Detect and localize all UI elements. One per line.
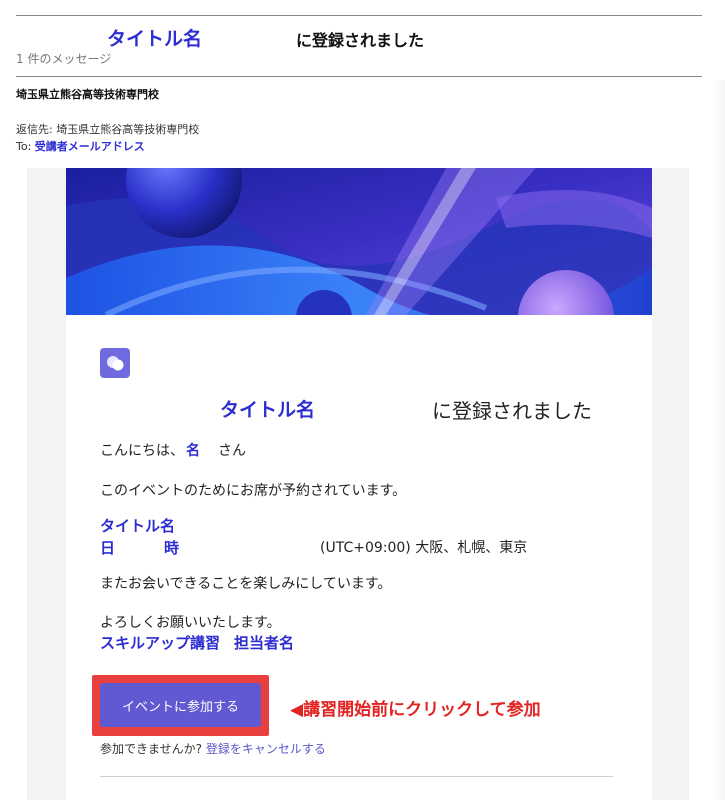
sender-name[interactable]: 埼玉県立熊谷高等技術専門校 — [16, 86, 159, 102]
cant-attend-line: 参加できませんか? 登録をキャンセルする — [100, 740, 326, 757]
join-event-button[interactable]: イベントに参加する — [100, 683, 261, 727]
greeting-suffix: さん — [218, 443, 246, 459]
reservation-text: このイベントのためにお席が予約されています。 — [100, 483, 407, 499]
callout-annotation: ◀講習開始前にクリックして参加 — [290, 700, 541, 720]
regards-text: よろしくお願いいたします。 — [100, 615, 281, 631]
footer-divider — [100, 776, 613, 777]
heading-title-placeholder: タイトル名 — [220, 399, 316, 421]
event-datetime-placeholder: 日時 — [100, 537, 180, 558]
reply-to-line: 返信先: 埼玉県立熊谷高等技術専門校 — [16, 121, 199, 137]
message-count: 1 件のメッセージ — [16, 52, 112, 66]
to-line: To: 受講者メールアドレス — [16, 138, 145, 154]
reply-to-value: 埼玉県立熊谷高等技術専門校 — [56, 123, 200, 136]
event-timezone: (UTC+09:00) 大阪、札幌、東京 — [320, 540, 528, 556]
cant-attend-text: 参加できませんか? — [100, 742, 203, 756]
right-edge-shadow — [713, 80, 725, 800]
header-divider — [16, 76, 702, 77]
to-address[interactable]: 受講者メールアドレス — [35, 140, 145, 153]
greeting-name-placeholder: 名 — [186, 443, 200, 459]
reply-to-label: 返信先: — [16, 123, 53, 136]
greeting-prefix: こんにちは、 — [100, 443, 184, 459]
header-divider-top — [16, 15, 702, 16]
signer-course: スキルアップ講習 — [100, 634, 221, 652]
signature: スキルアップ講習 担当者名 — [100, 632, 294, 653]
event-date-time: 時 — [164, 539, 181, 557]
closing-text: またお会いできることを楽しみにしています。 — [100, 576, 392, 592]
signer-person: 担当者名 — [234, 634, 295, 652]
hero-banner-image — [66, 168, 652, 315]
subject-text: に登録されました — [296, 31, 425, 50]
subject-title-placeholder: タイトル名 — [107, 28, 203, 50]
event-title-placeholder: タイトル名 — [100, 517, 176, 535]
heading-text: に登録されました — [432, 399, 592, 423]
cancel-registration-link[interactable]: 登録をキャンセルする — [206, 742, 326, 756]
to-label: To: — [16, 140, 32, 153]
event-date-day: 日 — [100, 539, 117, 557]
greeting: こんにちは、名 さん — [100, 440, 246, 460]
app-icon — [100, 348, 130, 378]
